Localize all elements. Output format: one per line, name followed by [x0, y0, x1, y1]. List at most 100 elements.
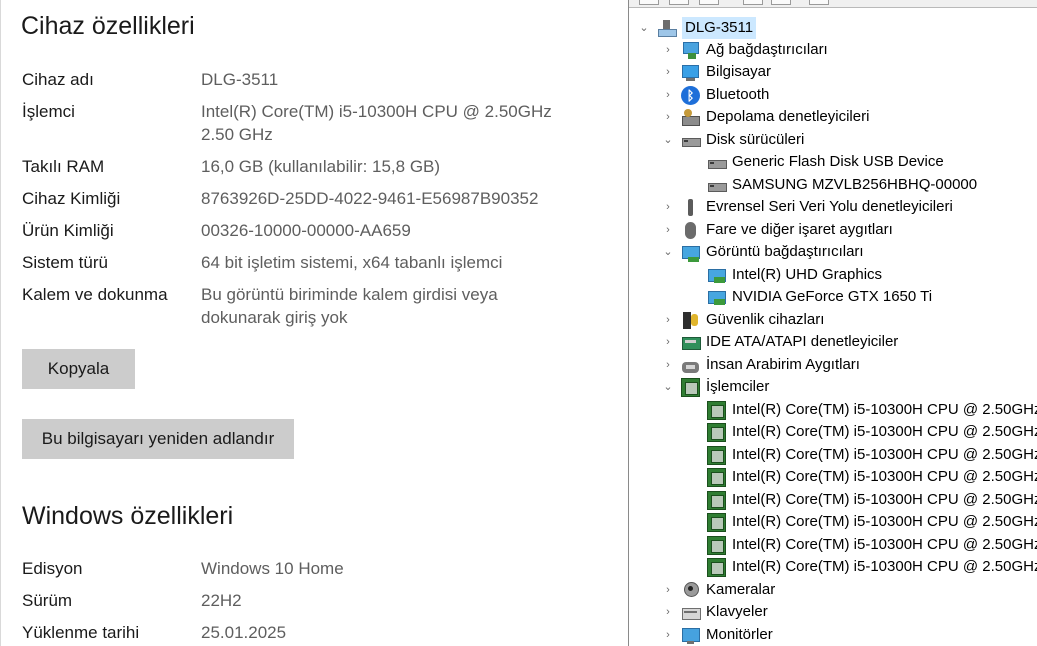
- tree-device[interactable]: Intel(R) Core(TM) i5-10300H CPU @ 2.50GH…: [707, 534, 1037, 556]
- spec-row-processor: İşlemci Intel(R) Core(TM) i5-10300H CPU …: [22, 100, 622, 146]
- tree-device[interactable]: Intel(R) Core(TM) i5-10300H CPU @ 2.50GH…: [707, 556, 1037, 578]
- tree-item-security[interactable]: › Güvenlik cihazları: [661, 309, 824, 331]
- chevron-right-icon[interactable]: ›: [661, 331, 675, 353]
- spec-label: İşlemci: [22, 102, 75, 121]
- spec-value-line2: 2.50 GHz: [201, 125, 273, 144]
- tree-item-computer[interactable]: › Bilgisayar: [661, 61, 771, 83]
- tree-item-label: Görüntü bağdaştırıcıları: [706, 243, 864, 260]
- tree-device[interactable]: Intel(R) Core(TM) i5-10300H CPU @ 2.50GH…: [707, 489, 1037, 511]
- tree-device-label: Intel(R) Core(TM) i5-10300H CPU @ 2.50GH…: [732, 401, 1037, 418]
- tree-device-label: Generic Flash Disk USB Device: [732, 153, 944, 170]
- tree-item-label: Evrensel Seri Veri Yolu denetleyicileri: [706, 198, 953, 215]
- tree-item-cameras[interactable]: › Kameralar: [661, 579, 775, 601]
- processor-icon: [707, 557, 726, 577]
- spec-label: Sürüm: [22, 591, 73, 610]
- chevron-down-icon[interactable]: ⌄: [661, 241, 675, 263]
- spec-value: 16,0 GB (kullanılabilir: 15,8 GB): [201, 157, 441, 176]
- chevron-right-icon[interactable]: ›: [661, 354, 675, 376]
- spec-value: Intel(R) Core(TM) i5-10300H CPU @ 2.50GH…: [201, 102, 552, 121]
- tree-root[interactable]: ⌄ DLG-3511: [637, 17, 757, 39]
- copy-button[interactable]: Kopyala: [22, 349, 135, 389]
- chevron-right-icon[interactable]: ›: [661, 196, 675, 218]
- disk-drive-icon: [707, 176, 727, 195]
- spec-label: Cihaz Kimliği: [22, 189, 121, 208]
- spec-value: 8763926D-25DD-4022-9461-E56987B90352: [201, 189, 539, 208]
- tree-device-label: Intel(R) Core(TM) i5-10300H CPU @ 2.50GH…: [732, 468, 1037, 485]
- chevron-right-icon[interactable]: ›: [661, 106, 675, 128]
- keyboard-icon: [681, 603, 701, 622]
- tree-item-network[interactable]: › Ağ bağdaştırıcıları: [661, 39, 828, 61]
- chevron-right-icon[interactable]: ›: [661, 624, 675, 646]
- computer-icon: [681, 63, 700, 82]
- toolbar-button[interactable]: [809, 0, 829, 5]
- tree-item-display-adapters[interactable]: ⌄ Görüntü bağdaştırıcıları: [661, 241, 864, 263]
- mouse-icon: [681, 221, 700, 240]
- chevron-right-icon[interactable]: ›: [661, 309, 675, 331]
- tree-device[interactable]: Intel(R) Core(TM) i5-10300H CPU @ 2.50GH…: [707, 466, 1037, 488]
- chevron-right-icon[interactable]: ›: [661, 39, 675, 61]
- tree-device[interactable]: SAMSUNG MZVLB256HBHQ-00000: [707, 174, 977, 196]
- tree-device[interactable]: Intel(R) UHD Graphics: [707, 264, 882, 286]
- tree-device[interactable]: Generic Flash Disk USB Device: [707, 151, 944, 173]
- processor-icon: [707, 535, 726, 555]
- monitor-icon: [681, 626, 700, 645]
- spec-value: 22H2: [201, 591, 242, 610]
- tree-device-label: Intel(R) Core(TM) i5-10300H CPU @ 2.50GH…: [732, 536, 1037, 553]
- tree-item-label: İnsan Arabirim Aygıtları: [706, 356, 860, 373]
- tree-item-label: Fare ve diğer işaret aygıtları: [706, 221, 893, 238]
- tree-device[interactable]: Intel(R) Core(TM) i5-10300H CPU @ 2.50GH…: [707, 444, 1037, 466]
- spec-value-line2: dokunarak giriş yok: [201, 308, 348, 327]
- tree-device-label: Intel(R) Core(TM) i5-10300H CPU @ 2.50GH…: [732, 513, 1037, 530]
- tree-item-storage[interactable]: › Depolama denetleyicileri: [661, 106, 869, 128]
- chevron-down-icon[interactable]: ⌄: [661, 129, 675, 151]
- toolbar-button[interactable]: [669, 0, 689, 5]
- spec-label: Kalem ve dokunma: [22, 285, 168, 304]
- chevron-right-icon[interactable]: ›: [661, 601, 675, 623]
- toolbar-button[interactable]: [743, 0, 763, 5]
- tree-item-hid[interactable]: › İnsan Arabirim Aygıtları: [661, 354, 860, 376]
- toolbar-button[interactable]: [639, 0, 659, 5]
- tree-item-disk-drives[interactable]: ⌄ Disk sürücüleri: [661, 129, 804, 151]
- device-manager-tree[interactable]: ⌄ DLG-3511 › Ağ bağdaştırıcıları › Bilgi…: [628, 0, 1037, 646]
- ide-controller-icon: [681, 333, 701, 352]
- spec-value: 64 bit işletim sistemi, x64 tabanlı işle…: [201, 253, 503, 272]
- tree-device[interactable]: Intel(R) Core(TM) i5-10300H CPU @ 2.50GH…: [707, 511, 1037, 533]
- rename-pc-button[interactable]: Bu bilgisayarı yeniden adlandır: [22, 419, 294, 459]
- bluetooth-icon: ᛒ: [681, 85, 700, 105]
- tree-item-ide[interactable]: › IDE ATA/ATAPI denetleyiciler: [661, 331, 898, 353]
- tree-item-monitors[interactable]: › Monitörler: [661, 624, 773, 646]
- chevron-right-icon[interactable]: ›: [661, 84, 675, 106]
- computer-root-icon: [657, 19, 677, 38]
- disk-drive-icon: [707, 153, 727, 172]
- tree-item-bluetooth[interactable]: › ᛒ Bluetooth: [661, 84, 769, 106]
- chevron-right-icon[interactable]: ›: [661, 61, 675, 83]
- chevron-right-icon[interactable]: ›: [661, 579, 675, 601]
- toolbar-button[interactable]: [771, 0, 791, 5]
- tree-device-label: NVIDIA GeForce GTX 1650 Ti: [732, 288, 933, 305]
- tree-device[interactable]: Intel(R) Core(TM) i5-10300H CPU @ 2.50GH…: [707, 399, 1037, 421]
- chevron-down-icon[interactable]: ⌄: [661, 376, 675, 398]
- tree-device[interactable]: NVIDIA GeForce GTX 1650 Ti: [707, 286, 932, 308]
- toolbar-button[interactable]: [699, 0, 719, 5]
- chevron-down-icon[interactable]: ⌄: [637, 17, 651, 39]
- display-adapter-icon: [681, 243, 700, 262]
- tree-item-label: Klavyeler: [706, 603, 768, 620]
- spec-label: Ürün Kimliği: [22, 221, 114, 240]
- network-adapter-icon: [681, 41, 700, 60]
- tree-device-label: Intel(R) UHD Graphics: [732, 266, 883, 283]
- tree-item-keyboards[interactable]: › Klavyeler: [661, 601, 768, 623]
- spec-value: 00326-10000-00000-AA659: [201, 221, 411, 240]
- tree-item-processors[interactable]: ⌄ İşlemciler: [661, 376, 769, 398]
- tree-item-label: Monitörler: [706, 626, 773, 643]
- chevron-right-icon[interactable]: ›: [661, 219, 675, 241]
- tree-item-mouse[interactable]: › Fare ve diğer işaret aygıtları: [661, 219, 893, 241]
- tree-item-label: Güvenlik cihazları: [706, 311, 825, 328]
- tree-item-label: Bilgisayar: [706, 63, 772, 80]
- processor-icon: [707, 400, 726, 420]
- storage-controller-icon: [681, 108, 700, 127]
- tree-item-usb[interactable]: › Evrensel Seri Veri Yolu denetleyiciler…: [661, 196, 953, 218]
- tree-device[interactable]: Intel(R) Core(TM) i5-10300H CPU @ 2.50GH…: [707, 421, 1037, 443]
- disk-drive-icon: [681, 131, 701, 150]
- windows-specs-title: Windows özellikleri: [22, 502, 234, 530]
- tree-item-label: Ağ bağdaştırıcıları: [706, 41, 828, 58]
